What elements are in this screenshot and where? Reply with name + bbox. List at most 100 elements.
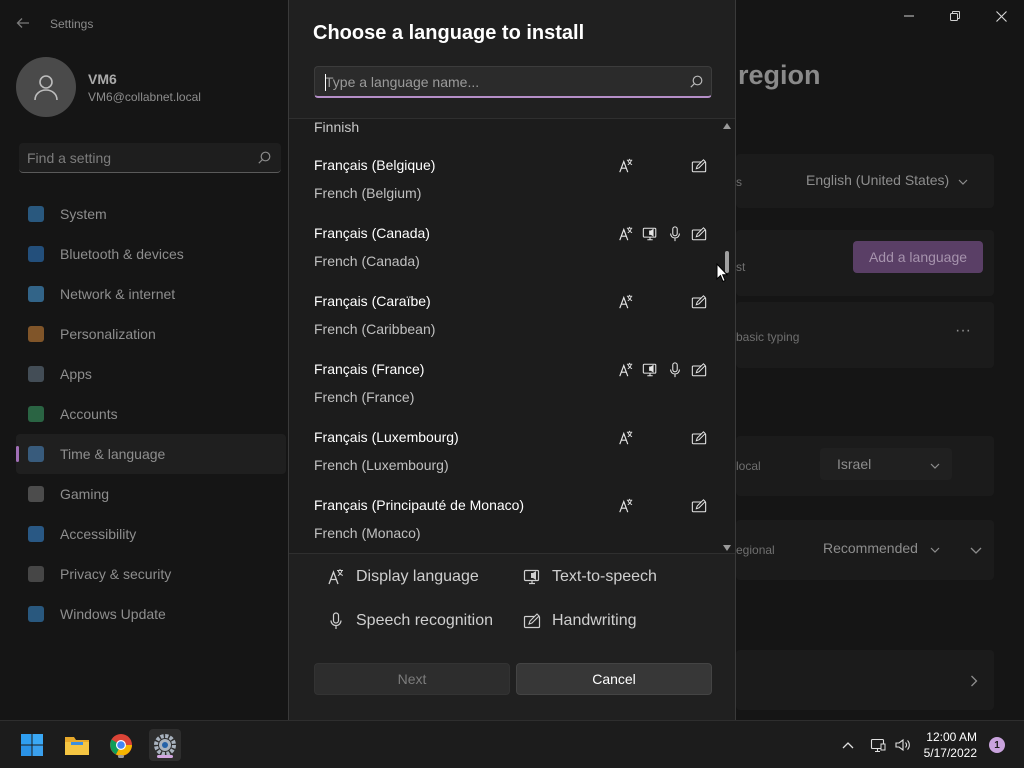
sidebar-item-gaming[interactable]: Gaming <box>16 474 286 514</box>
preferred-languages-label: st <box>736 260 746 274</box>
scroll-up-arrow-icon[interactable] <box>723 123 731 129</box>
clock-date: 5/17/2022 <box>923 746 977 760</box>
text-to-speech-icon <box>642 362 660 380</box>
legend-text-to-speech-label: Text-to-speech <box>552 568 657 585</box>
cancel-button[interactable]: Cancel <box>516 663 712 695</box>
sidebar-item-windows-update[interactable]: Windows Update <box>16 594 286 634</box>
minimize-button[interactable] <box>886 0 932 32</box>
language-native-name: Français (France) <box>314 361 425 377</box>
regional-format-value[interactable]: Recommended <box>823 540 918 556</box>
start-button[interactable] <box>16 729 48 761</box>
sidebar-item-accessibility[interactable]: Accessibility <box>16 514 286 554</box>
active-indicator <box>157 755 173 758</box>
legend-speech-recognition: Speech recognition <box>326 611 493 631</box>
maximize-button[interactable] <box>932 0 978 32</box>
file-explorer-button[interactable] <box>61 729 93 761</box>
sidebar-item-personalization[interactable]: Personalization <box>16 314 286 354</box>
system-tray <box>838 721 914 768</box>
language-list-item[interactable]: Français (France) French (France) <box>289 361 719 429</box>
back-arrow-icon[interactable] <box>16 16 32 32</box>
chrome-button[interactable] <box>105 729 137 761</box>
app-title: Settings <box>50 17 94 31</box>
close-button[interactable] <box>978 0 1024 32</box>
screen: Settings VM6 VM6@collabnet.local Find a … <box>0 0 1024 768</box>
settings-button[interactable] <box>149 729 181 761</box>
handwriting-icon <box>691 294 709 312</box>
more-options-icon[interactable]: ··· <box>955 322 971 340</box>
nav-icon <box>28 566 44 582</box>
sidebar-item-system[interactable]: System <box>16 194 286 234</box>
country-region-label: local <box>736 459 761 473</box>
profile-name: VM6 <box>88 70 117 87</box>
language-list-scrollbar[interactable] <box>722 123 732 551</box>
nav-icon <box>28 286 44 302</box>
add-language-button[interactable]: Add a language <box>853 241 983 273</box>
language-native-name: Français (Belgique) <box>314 157 436 173</box>
sidebar-item-time-language[interactable]: Time & language <box>16 434 286 474</box>
language-list-item[interactable]: Français (Caraïbe) French (Caribbean) <box>289 293 719 361</box>
language-pack-card: basic typing ··· <box>736 302 994 368</box>
next-button[interactable]: Next <box>314 663 510 695</box>
volume-icon[interactable] <box>892 738 914 752</box>
language-native-name: Français (Caraïbe) <box>314 293 431 309</box>
page-title-fragment: region <box>738 60 821 90</box>
display-language-icon <box>618 158 636 176</box>
find-setting-input[interactable]: Find a setting <box>19 143 281 173</box>
language-list[interactable]: Finnish Français (Belgique) French (Belgi… <box>289 118 735 554</box>
text-caret <box>325 74 326 91</box>
scroll-down-arrow-icon[interactable] <box>723 545 731 551</box>
legend-handwriting: Handwriting <box>522 611 636 631</box>
avatar <box>16 57 76 117</box>
language-search-input[interactable] <box>325 73 675 91</box>
language-list-item[interactable]: Français (Principauté de Monaco) French (… <box>289 497 719 553</box>
nav-icon <box>28 446 44 462</box>
search-icon <box>258 151 271 169</box>
clock-time: 12:00 AM <box>926 730 977 744</box>
display-language-value[interactable]: English (United States) <box>806 172 949 188</box>
legend-speech-recognition-label: Speech recognition <box>356 612 493 629</box>
nav-icon <box>28 406 44 422</box>
language-english-name: French (Canada) <box>314 253 420 269</box>
user-profile[interactable]: VM6 VM6@collabnet.local <box>16 57 201 117</box>
language-list-item[interactable]: Français (Belgique) French (Belgium) <box>289 157 719 225</box>
chevron-down-icon <box>930 542 940 560</box>
language-search-box[interactable] <box>314 66 712 98</box>
chevron-down-icon <box>958 174 968 192</box>
search-icon <box>690 75 703 93</box>
language-name-partial[interactable]: Finnish <box>314 119 359 135</box>
nav-icon <box>28 366 44 382</box>
network-icon[interactable] <box>864 738 892 752</box>
nav-icon <box>28 326 44 342</box>
sidebar-item-label: Time & language <box>60 446 166 462</box>
language-list-item[interactable]: Français (Canada) French (Canada) <box>289 225 719 293</box>
nav-icon <box>28 526 44 542</box>
settings-icon <box>154 734 176 756</box>
language-english-name: French (France) <box>314 389 415 405</box>
display-language-icon <box>618 498 636 516</box>
language-english-name: French (Caribbean) <box>314 321 436 337</box>
sidebar-item-network-internet[interactable]: Network & internet <box>16 274 286 314</box>
sidebar-item-privacy-security[interactable]: Privacy & security <box>16 554 286 594</box>
language-list-item[interactable]: Français (Luxembourg) French (Luxembourg) <box>289 429 719 497</box>
handwriting-icon <box>691 158 709 176</box>
sidebar-item-accounts[interactable]: Accounts <box>16 394 286 434</box>
microphone-icon <box>667 362 685 380</box>
sidebar-item-bluetooth-devices[interactable]: Bluetooth & devices <box>16 234 286 274</box>
notification-badge[interactable]: 1 <box>989 737 1005 753</box>
handwriting-icon <box>522 611 542 631</box>
handwriting-icon <box>691 362 709 380</box>
clock[interactable]: 12:00 AM 5/17/2022 <box>924 729 977 761</box>
language-native-name: Français (Principauté de Monaco) <box>314 497 525 513</box>
sidebar-item-label: Windows Update <box>60 606 166 622</box>
related-settings-card[interactable] <box>736 650 994 710</box>
handwriting-icon <box>691 498 709 516</box>
sidebar-item-apps[interactable]: Apps <box>16 354 286 394</box>
windows-display-language-card: s English (United States) <box>736 154 994 208</box>
choose-language-dialog: Choose a language to install Finnish Fra… <box>288 0 736 720</box>
text-to-speech-icon <box>642 226 660 244</box>
expand-chevron-icon[interactable] <box>970 542 982 560</box>
dialog-title: Choose a language to install <box>313 22 585 44</box>
user-icon <box>34 75 58 101</box>
show-hidden-icons-chevron-icon[interactable] <box>838 741 858 749</box>
profile-email: VM6@collabnet.local <box>88 89 201 104</box>
